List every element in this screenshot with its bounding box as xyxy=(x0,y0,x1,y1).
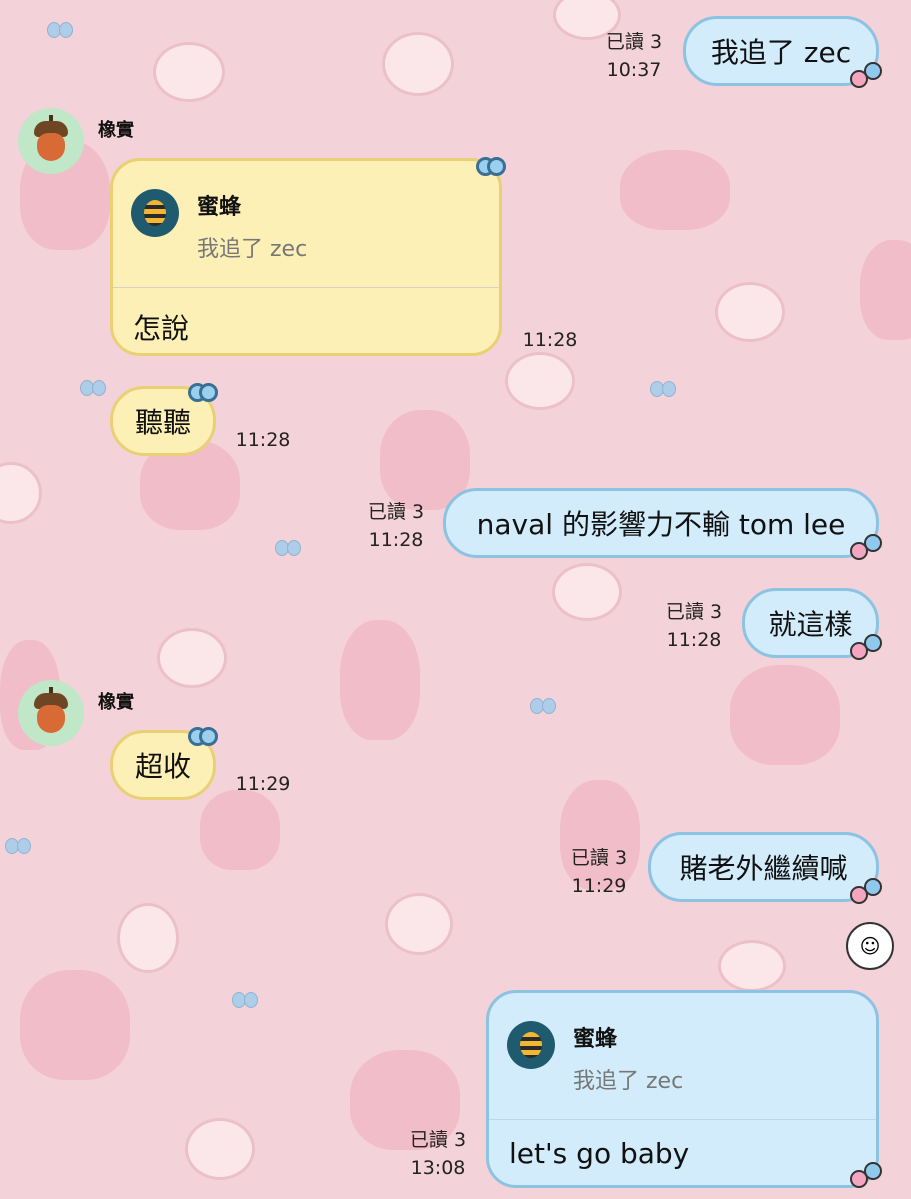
message-time: 11:29 xyxy=(571,875,627,897)
bee-icon xyxy=(144,200,166,226)
wallpaper-bow xyxy=(530,698,556,714)
flower-decoration-icon xyxy=(850,632,884,660)
read-receipt: 已讀 3 xyxy=(665,601,723,623)
wallpaper-blob xyxy=(153,42,225,102)
wallpaper-bunny xyxy=(730,665,840,765)
message-time: 11:29 xyxy=(235,773,291,795)
message-meta: 已讀 3 11:29 xyxy=(563,844,635,900)
wallpaper-blob xyxy=(505,352,575,410)
sender-name: 橡實 xyxy=(98,692,134,713)
message-time: 11:28 xyxy=(368,529,424,551)
quote-divider xyxy=(113,287,499,288)
quoted-text: 我追了 zec xyxy=(197,237,308,262)
wallpaper-bow xyxy=(47,22,73,38)
bow-decoration-icon xyxy=(188,726,218,746)
message-text: 就這樣 xyxy=(768,608,853,641)
read-receipt: 已讀 3 xyxy=(367,501,425,523)
wallpaper-bunny xyxy=(620,150,730,230)
message-time: 11:28 xyxy=(522,329,578,351)
wallpaper-bow xyxy=(5,838,31,854)
wallpaper-bow xyxy=(650,381,676,397)
flower-decoration-icon xyxy=(850,876,884,904)
message-time: 11:28 xyxy=(235,429,291,451)
wallpaper-blob xyxy=(0,462,42,524)
acorn-icon xyxy=(34,687,68,733)
wallpaper-blob xyxy=(552,563,622,621)
bow-decoration-icon xyxy=(476,156,506,176)
read-receipt: 已讀 3 xyxy=(409,1129,467,1151)
message-text: 聽聽 xyxy=(134,406,191,439)
quoted-text: 我追了 zec xyxy=(573,1069,684,1094)
wallpaper-bunny xyxy=(340,620,420,740)
message-bubble-outgoing[interactable]: naval 的影響力不輸 tom lee xyxy=(443,488,879,558)
message-text: 超收 xyxy=(134,750,191,783)
wallpaper-blob xyxy=(385,893,453,955)
message-text: 怎說 xyxy=(133,312,190,345)
reply-message-bubble[interactable]: 蜜蜂 我追了 zec let's go baby xyxy=(486,990,879,1188)
bee-icon xyxy=(520,1032,542,1058)
quoted-avatar xyxy=(507,1021,555,1069)
wallpaper-blob xyxy=(715,282,785,342)
bow-decoration-icon xyxy=(188,382,218,402)
flower-decoration-icon xyxy=(850,532,884,560)
message-meta: 已讀 3 10:37 xyxy=(598,28,670,84)
wallpaper-blob xyxy=(382,32,454,96)
message-time: 13:08 xyxy=(410,1157,466,1179)
wallpaper-blob xyxy=(185,1118,255,1180)
quoted-avatar xyxy=(131,189,179,237)
flower-decoration-icon xyxy=(850,60,884,88)
message-meta: 已讀 3 11:28 xyxy=(658,598,730,654)
message-time: 10:37 xyxy=(606,59,662,81)
wallpaper-bunny xyxy=(860,240,911,340)
acorn-icon xyxy=(34,115,68,161)
quoted-sender-name: 蜜蜂 xyxy=(573,1027,618,1052)
contact-avatar[interactable] xyxy=(18,108,84,174)
read-receipt: 已讀 3 xyxy=(570,847,628,869)
wallpaper-bunny xyxy=(200,790,280,870)
message-text: 賭老外繼續喊 xyxy=(679,852,848,885)
message-text: naval 的影響力不輸 tom lee xyxy=(476,508,846,541)
wallpaper-blob xyxy=(718,940,786,992)
message-text: let's go baby xyxy=(509,1137,690,1170)
wallpaper-bow xyxy=(275,540,301,556)
wallpaper-blob xyxy=(117,903,179,973)
flower-decoration-icon xyxy=(850,1160,884,1188)
reply-message-bubble[interactable]: 蜜蜂 我追了 zec 怎說 xyxy=(110,158,502,356)
message-text: 我追了 zec xyxy=(710,36,852,69)
smiling-face-sticker-icon[interactable]: ☺ xyxy=(846,922,894,970)
wallpaper-bunny xyxy=(20,970,130,1080)
message-meta: 已讀 3 13:08 xyxy=(402,1126,474,1182)
quote-divider xyxy=(489,1119,876,1120)
wallpaper-bow xyxy=(80,380,106,396)
sender-name: 橡實 xyxy=(98,120,134,141)
read-receipt: 已讀 3 xyxy=(605,31,663,53)
message-meta: 已讀 3 11:28 xyxy=(360,498,432,554)
message-bubble-outgoing[interactable]: 賭老外繼續喊 xyxy=(648,832,879,902)
quoted-sender-name: 蜜蜂 xyxy=(197,195,242,220)
message-time: 11:28 xyxy=(666,629,722,651)
wallpaper-bow xyxy=(232,992,258,1008)
wallpaper-blob xyxy=(157,628,227,688)
contact-avatar[interactable] xyxy=(18,680,84,746)
